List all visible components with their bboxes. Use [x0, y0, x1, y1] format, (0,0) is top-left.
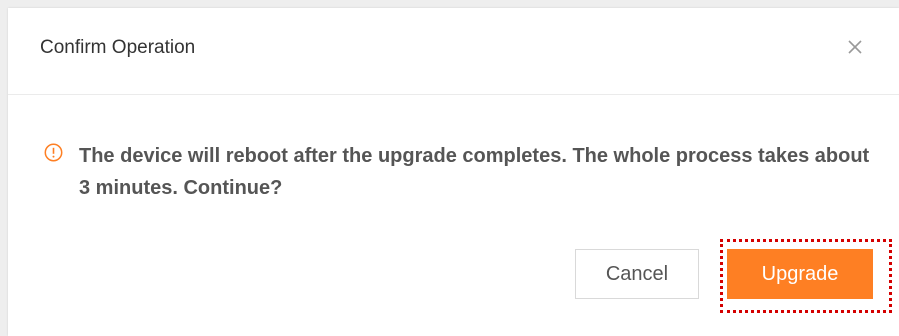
warning-circle-icon [44, 143, 63, 162]
dialog-title: Confirm Operation [40, 37, 196, 58]
dialog-header: Confirm Operation [8, 8, 899, 95]
close-button[interactable] [844, 36, 866, 58]
upgrade-button[interactable]: Upgrade [727, 249, 873, 299]
cancel-button[interactable]: Cancel [575, 249, 699, 299]
confirm-operation-dialog: Confirm Operation The device will reboot… [8, 8, 899, 336]
message-text: The device will reboot after the upgrade… [79, 145, 870, 199]
close-icon [848, 40, 862, 54]
